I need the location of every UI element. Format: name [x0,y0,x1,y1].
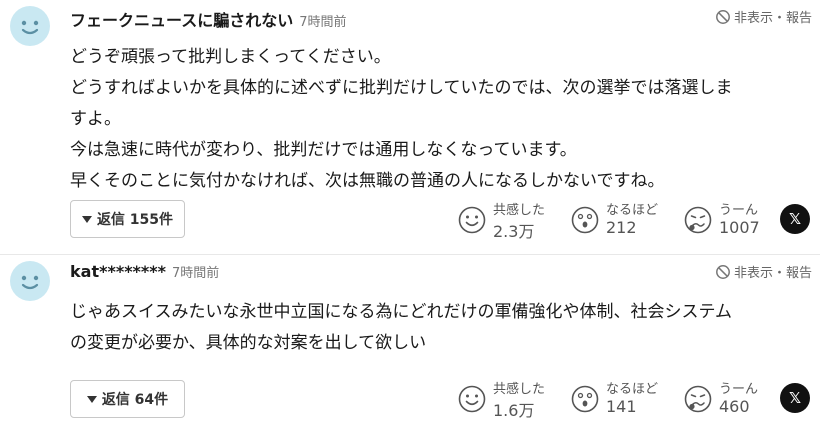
reply-toggle-button[interactable]: 返信 155件 [70,200,185,238]
comment-time: 7時間前 [172,266,220,281]
hide-report-button[interactable]: 非表示・報告 [715,262,812,281]
surprised-icon [571,385,599,413]
comment-username[interactable]: kat******** 7時間前 [70,262,219,281]
hide-report-button[interactable]: 非表示・報告 [715,7,812,26]
comment-item: kat******** 7時間前 非表示・報告 じゃあスイスみたいな永世中立国にな… [0,255,820,430]
comment-line: 早くそのことに気付かなければ、次は無職の普通の人になるしかないですね。 [70,171,665,191]
reaction-count: 1.6万 [493,401,535,420]
reaction-count: 2.3万 [493,222,535,241]
reaction-label: 共感した [493,382,546,397]
reaction-count: 460 [719,397,750,416]
report-label[interactable]: 非表示・報告 [734,7,812,26]
smile-icon [458,385,486,413]
reaction-bar: 共感した 1.6万 なるほど 141 うーん 460 𝕏 [457,377,817,421]
smile-icon [458,206,486,234]
reaction-bar: 共感した 2.3万 なるほど 212 うーん 1007 𝕏 [457,198,817,242]
confused-icon [684,385,712,413]
triangle-down-icon [81,215,92,223]
reply-label[interactable]: 返信 155件 [97,209,173,229]
comment-line: の変更が必要か、具体的な対案を出して欲しい [70,333,427,353]
reaction-label: うーん [719,203,759,218]
comment-item: フェークニュースに騙されない 7時間前 非表示・報告 どうぞ頑張って批判しまくって… [0,0,820,254]
report-label[interactable]: 非表示・報告 [734,262,812,281]
comment-line: すよ。 [70,109,121,129]
comment-body: どうぞ頑張って批判しまくってください。 どうすればよいかを具体的に述べずに批判だ… [70,42,810,197]
comment-line: どうすればよいかを具体的に述べずに批判だけしていたのでは、次の選挙では落選しま [70,78,733,98]
block-icon [716,264,730,279]
triangle-down-icon [86,395,97,403]
reaction-label: 共感した [493,203,546,218]
comment-line: どうぞ頑張って批判しまくってください。 [70,47,391,67]
reaction-label: なるほど [606,203,659,218]
username-text[interactable]: kat******** [70,262,166,281]
reaction-count: 1007 [719,218,760,237]
surprised-icon [571,206,599,234]
comment-line: じゃあスイスみたいな永世中立国になる為にどれだけの軍備強化や体制、社会システム [70,302,732,322]
avatar-face-icon [21,275,39,290]
avatar-face-icon [21,20,39,35]
confused-icon [684,206,712,234]
avatar [10,6,50,46]
block-icon [716,9,730,24]
comment-body: じゃあスイスみたいな永世中立国になる為にどれだけの軍備強化や体制、社会システム … [70,297,810,359]
reply-label[interactable]: 返信 64件 [102,389,168,409]
reply-toggle-button[interactable]: 返信 64件 [70,380,185,418]
x-share-icon[interactable]: 𝕏 [780,204,810,234]
comment-time: 7時間前 [299,15,347,30]
reaction-label: うーん [719,382,759,397]
reaction-count: 141 [606,397,637,416]
username-text[interactable]: フェークニュースに騙されない [70,11,293,30]
comment-username[interactable]: フェークニュースに騙されない 7時間前 [70,7,346,31]
comment-line: 今は急速に時代が変わり、批判だけでは通用しなくなっています。 [70,140,577,160]
reaction-label: なるほど [606,382,659,397]
avatar [10,261,50,301]
reaction-count: 212 [606,218,637,237]
x-share-icon[interactable]: 𝕏 [780,383,810,413]
